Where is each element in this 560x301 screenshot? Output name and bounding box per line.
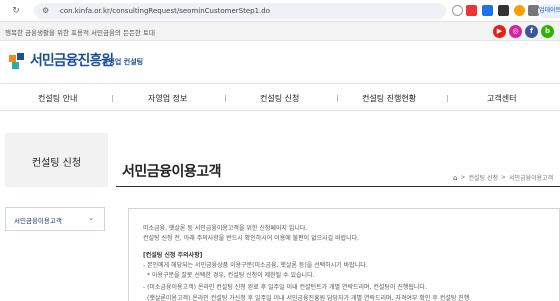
notice-text: 컨설팅 신청 전, 아래 주의사항을 반드시 확인하시어 이용에 불편이 없으시… [143,235,360,242]
breadcrumb-separator: > [501,174,507,181]
sidebar-title: 컨설팅 신청 [31,158,82,169]
notice-text: (햇살론이용고객) 온라인 컨설팅 가신청 후 일주일 이내 서민금융진흥원 담… [147,295,470,301]
title-divider [116,186,560,187]
instagram-icon[interactable]: ◎ [509,25,522,38]
logo-text[interactable]: 서민금융진흥원 [30,50,114,70]
breadcrumb: ⌂ > 컨설팅 신청 > 서민금융이용고객 [453,173,553,183]
sidebar-menu-label[interactable]: 서민금융이용고객 [14,215,62,225]
top-strip: 행복한 금융생활을 위한 포용적 서민금융의 든든한 토대 ▶ ◎ f b [0,22,560,41]
facebook-icon[interactable]: f [525,25,538,38]
nav-consulting-guide[interactable]: 컨설팅 안내 [38,93,77,104]
reload-icon[interactable]: ↻ [10,5,22,17]
nav-consulting-apply[interactable]: 컨설팅 신청 [260,93,299,104]
extension-icon[interactable] [514,5,525,16]
slogan: 행복한 금융생활을 위한 포용적 서민금융의 든든한 토대 [5,29,155,37]
browser-toolbar: ↻ ⚙ con.kinfa.or.kr/consultingRequest/se… [0,0,560,22]
breadcrumb-item[interactable]: 컨설팅 신청 [468,173,498,182]
zoom-icon[interactable] [452,5,463,16]
youtube-icon[interactable]: ▶ [493,25,506,38]
main-navigation: 컨설팅 안내 자영업 정보 컨설팅 신청 컨설팅 진행현황 고객센터 [0,85,560,111]
site-header: 서민금융진흥원 자영업 컨설팅 [0,42,560,84]
notice-text: * 이용구분을 잘못 선택한 경우, 컨설팅 신청이 제한될 수 있습니다. [147,272,315,279]
nav-self-employed-info[interactable]: 자영업 정보 [148,93,187,104]
nav-divider [337,95,338,102]
logo-subtitle[interactable]: 자영업 컨설팅 [102,57,143,67]
notice-heading: [컨설팅 신청 주의사항] [143,252,203,259]
page-title: 서민금융이용고객 [122,164,222,180]
nav-divider [112,95,113,102]
extension-icon[interactable] [498,5,509,16]
breadcrumb-separator: > [460,174,466,181]
sidebar-title-box: 컨설팅 신청 [5,133,108,187]
url-text[interactable]: con.kinfa.or.kr/consultingRequest/seomin… [60,7,270,15]
notice-text: - (미소금융이용고객) 온라인 컨설팅 신청 완료 후 일주일 이내 컨설턴트… [143,284,427,291]
notice-text: 미소금융, 햇살론 등 서민금융이용고객을 위한 신청페이지 입니다. [143,225,308,232]
nav-divider [225,95,226,102]
home-icon[interactable]: ⌂ [453,174,457,182]
address-bar[interactable]: ⚙ con.kinfa.or.kr/consultingRequest/seom… [34,3,446,19]
nav-divider [447,95,448,102]
extension-icon[interactable] [482,5,493,16]
nav-consulting-status[interactable]: 컨설팅 진행현황 [362,93,416,104]
nav-customer-center[interactable]: 고객센터 [487,93,516,104]
blog-icon[interactable]: b [541,25,554,38]
logo-icon[interactable] [8,52,26,70]
notice-text: - 본인에게 해당되는 서민금융상품 이용구분(미소금융, 햇살론 등)을 선택… [143,262,368,269]
chevron-down-icon[interactable]: ⌄ [88,214,94,222]
site-info-icon[interactable]: ⚙ [42,6,52,16]
notice-box: 미소금융, 햇살론 등 서민금융이용고객을 위한 신청페이지 입니다. 컨설팅 … [128,208,560,301]
sidebar-menu-select[interactable]: 서민금융이용고객 ⌄ [5,207,105,231]
breadcrumb-item[interactable]: 서민금융이용고객 [509,173,553,182]
extension-icon[interactable] [466,5,477,16]
update-button[interactable]: 업데이트 [538,4,560,18]
